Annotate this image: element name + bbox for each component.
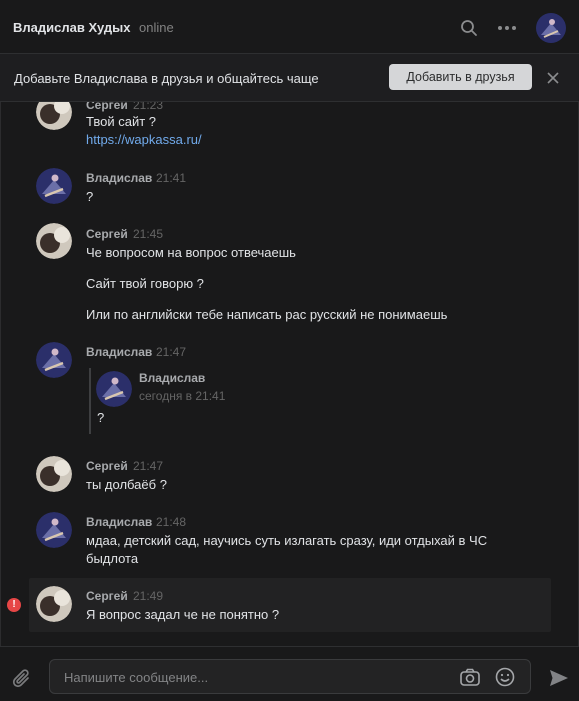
message-time: 21:23	[133, 102, 164, 112]
message-text: Че вопросом на вопрос отвечаешь	[86, 245, 296, 260]
message-sender[interactable]: Сергей	[86, 102, 128, 112]
message-input[interactable]: Напишите сообщение...	[49, 659, 531, 694]
message-time: 21:41	[156, 171, 187, 185]
avatar[interactable]	[36, 223, 72, 259]
message-sender[interactable]: Владислав	[86, 345, 152, 359]
message-composer: Напишите сообщение...	[0, 646, 579, 701]
message-time: 21:49	[133, 589, 164, 603]
message-time: 21:47	[133, 459, 164, 473]
message-text: Сайт твой говорю ?	[86, 276, 204, 291]
message-input-placeholder: Напишите сообщение...	[64, 670, 209, 685]
message-time: 21:48	[156, 515, 187, 529]
avatar[interactable]	[36, 456, 72, 492]
banner-text: Добавьте Владислава в друзья и общайтесь…	[14, 71, 319, 86]
message-text: Я вопрос задал че не понятно ?	[86, 607, 280, 622]
forwarded-bar	[89, 368, 91, 434]
message-text: ?	[86, 189, 94, 204]
send-icon[interactable]	[549, 669, 569, 687]
chat-header: Владислав Худых online	[0, 0, 579, 54]
add-friend-button[interactable]: Добавить в друзья	[389, 64, 532, 90]
message-sender[interactable]: Владислав	[86, 171, 152, 185]
avatar[interactable]	[36, 512, 72, 548]
avatar[interactable]	[536, 13, 566, 43]
paperclip-icon[interactable]	[11, 668, 33, 690]
message-list[interactable]: ! Сергей 21:23 Твой сайт ? https://wapka…	[0, 102, 579, 646]
message-text: мдаа, детский сад, научись суть излагать…	[86, 533, 488, 548]
unsent-message-highlight	[29, 578, 551, 632]
message-link[interactable]: https://wapkassa.ru/	[86, 132, 202, 147]
contact-status: online	[139, 20, 174, 35]
message-sender[interactable]: Сергей	[86, 227, 128, 241]
avatar[interactable]	[36, 342, 72, 378]
camera-icon[interactable]	[460, 668, 480, 686]
add-friend-banner: Добавьте Владислава в друзья и общайтесь…	[0, 54, 579, 102]
message-time: 21:45	[133, 227, 164, 241]
message-sender[interactable]: Владислав	[86, 515, 152, 529]
message-sender[interactable]: Сергей	[86, 459, 128, 473]
message-time: 21:47	[156, 345, 187, 359]
message-text: Твой сайт ?	[86, 114, 157, 129]
message-text: ты долбаёб ?	[86, 477, 167, 492]
contact-name[interactable]: Владислав Худых	[13, 20, 130, 35]
emoji-icon[interactable]	[495, 667, 515, 687]
forwarded-sender[interactable]: Владислав	[139, 371, 205, 385]
forwarded-text: ?	[97, 410, 105, 425]
close-icon[interactable]	[545, 70, 561, 86]
forwarded-time: сегодня в 21:41	[139, 389, 226, 403]
message-text: быдлота	[86, 551, 139, 566]
more-icon[interactable]	[496, 19, 518, 37]
avatar[interactable]	[96, 371, 132, 407]
error-icon[interactable]: !	[7, 598, 21, 612]
message-text: Или по английски тебе написать рас русск…	[86, 307, 448, 322]
avatar[interactable]	[36, 586, 72, 622]
avatar[interactable]	[36, 168, 72, 204]
message-sender[interactable]: Сергей	[86, 589, 128, 603]
search-icon[interactable]	[460, 19, 478, 37]
avatar[interactable]	[36, 102, 72, 130]
